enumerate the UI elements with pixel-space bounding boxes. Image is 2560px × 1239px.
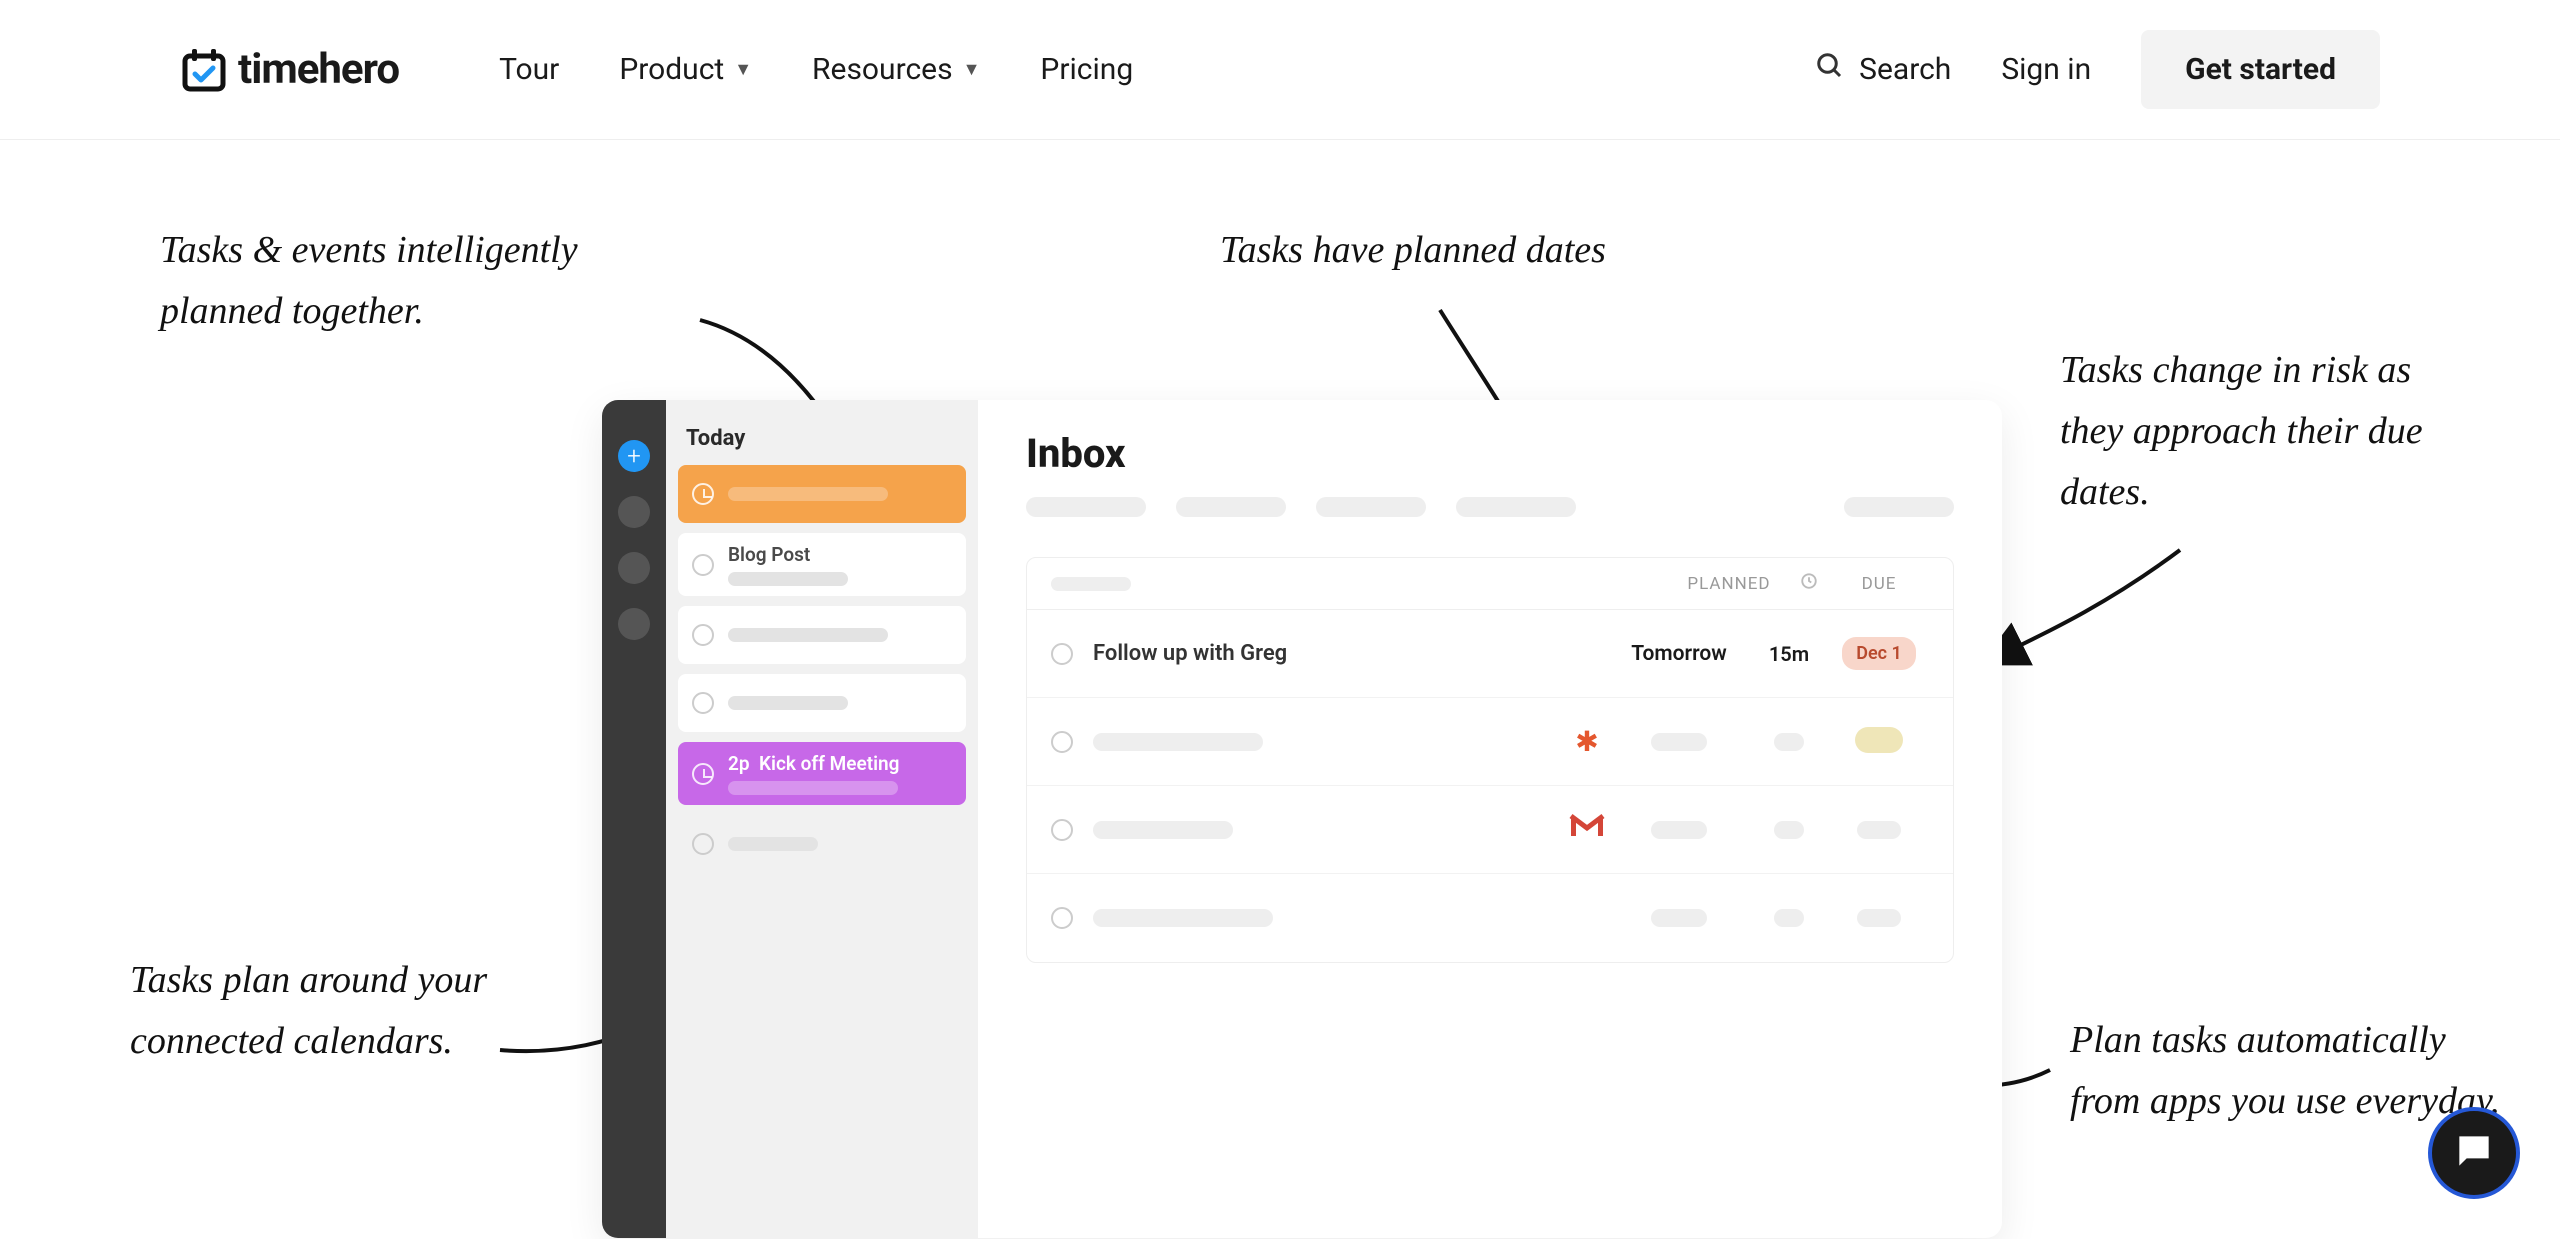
filter-pills [1026, 497, 1954, 517]
placeholder [728, 628, 888, 642]
chevron-down-icon: ▼ [963, 59, 981, 80]
task-checkbox[interactable] [1051, 907, 1073, 929]
placeholder [728, 696, 848, 710]
rail-item[interactable] [618, 552, 650, 584]
add-button[interactable]: + [618, 440, 650, 472]
filter-pill[interactable] [1456, 497, 1576, 517]
event-card[interactable] [678, 465, 966, 523]
app-preview: + Today Blog Post [602, 400, 2002, 1238]
event-title: 2p Kick off Meeting [728, 752, 952, 775]
task-checkbox[interactable] [1051, 731, 1073, 753]
due-value: Dec 1 [1829, 637, 1929, 670]
col-planned: PLANNED [1669, 574, 1789, 594]
get-started-button[interactable]: Get started [2141, 30, 2380, 109]
signin-link[interactable]: Sign in [2001, 52, 2091, 87]
table-row[interactable] [1027, 874, 1953, 962]
placeholder [1651, 733, 1707, 751]
search-icon [1815, 51, 1845, 89]
filter-pill[interactable] [1026, 497, 1146, 517]
chat-launcher[interactable] [2428, 1107, 2520, 1199]
task-checkbox[interactable] [1051, 643, 1073, 665]
placeholder [1093, 821, 1233, 839]
placeholder [1774, 821, 1804, 839]
nav-tour[interactable]: Tour [499, 52, 559, 87]
task-title: Follow up with Greg [1093, 641, 1287, 666]
inbox-table: PLANNED DUE Follow up with Greg Tomorrow… [1026, 557, 1954, 963]
col-due: DUE [1829, 574, 1929, 594]
task-checkbox[interactable] [692, 624, 714, 646]
event-card-kickoff[interactable]: 2p Kick off Meeting [678, 742, 966, 805]
placeholder [1857, 909, 1901, 927]
placeholder [1857, 821, 1901, 839]
placeholder [728, 487, 888, 501]
task-checkbox[interactable] [692, 554, 714, 576]
zapier-icon: ✱ [1565, 728, 1609, 756]
clock-icon [1789, 572, 1829, 595]
planned-value: Tomorrow [1609, 642, 1749, 666]
chevron-down-icon: ▼ [734, 59, 752, 80]
rail-item[interactable] [618, 496, 650, 528]
task-card[interactable] [678, 815, 966, 873]
hero-content: Tasks & events intelligently planned tog… [0, 140, 2560, 1239]
filter-pill[interactable] [1844, 497, 1954, 517]
duration-value: 15m [1749, 642, 1829, 666]
task-card[interactable] [678, 606, 966, 664]
task-checkbox[interactable] [692, 833, 714, 855]
filter-pill[interactable] [1176, 497, 1286, 517]
primary-nav: Tour Product▼ Resources▼ Pricing [499, 52, 1133, 87]
placeholder [1051, 577, 1131, 591]
filter-pill[interactable] [1316, 497, 1426, 517]
table-row[interactable]: ✱ [1027, 698, 1953, 786]
table-head: PLANNED DUE [1027, 558, 1953, 610]
search-button[interactable]: Search [1815, 51, 1951, 89]
placeholder [1774, 909, 1804, 927]
placeholder [728, 572, 848, 586]
annotation-integrations: Plan tasks automatically from apps you u… [2070, 1010, 2510, 1132]
clock-icon [692, 763, 714, 785]
task-card-blog-post[interactable]: Blog Post [678, 533, 966, 596]
header-actions: Search Sign in Get started [1815, 30, 2380, 109]
task-checkbox[interactable] [692, 692, 714, 714]
due-badge [1855, 727, 1903, 753]
inbox-title: Inbox [1026, 430, 1954, 477]
annotation-planned-dates: Tasks have planned dates [1220, 220, 1740, 281]
calendar-check-icon [180, 46, 228, 94]
site-header: timehero Tour Product▼ Resources▼ Pricin… [0, 0, 2560, 140]
nav-resources[interactable]: Resources▼ [812, 52, 980, 87]
table-row[interactable] [1027, 786, 1953, 874]
nav-pricing[interactable]: Pricing [1040, 52, 1133, 87]
annotation-planned-together: Tasks & events intelligently planned tog… [160, 220, 680, 342]
nav-product[interactable]: Product▼ [619, 52, 752, 87]
inbox-panel: Inbox PLANNED DUE Foll [978, 400, 2002, 1238]
logo[interactable]: timehero [180, 45, 399, 94]
sidebar-title: Today [678, 412, 966, 465]
placeholder [728, 837, 818, 851]
chat-icon [2452, 1129, 2496, 1177]
placeholder [1774, 733, 1804, 751]
nav-rail: + [602, 400, 666, 1238]
placeholder [1093, 733, 1263, 751]
rail-item[interactable] [618, 608, 650, 640]
placeholder [1651, 821, 1707, 839]
clock-icon [692, 483, 714, 505]
placeholder [728, 781, 898, 795]
table-row[interactable]: Follow up with Greg Tomorrow 15m Dec 1 [1027, 610, 1953, 698]
task-title: Blog Post [728, 543, 952, 566]
annotation-risk: Tasks change in risk as they approach th… [2060, 340, 2480, 522]
annotation-calendars: Tasks plan around your connected calenda… [130, 950, 560, 1072]
gmail-icon [1565, 812, 1609, 847]
placeholder [1651, 909, 1707, 927]
today-sidebar: Today Blog Post [666, 400, 978, 1238]
task-checkbox[interactable] [1051, 819, 1073, 841]
logo-text: timehero [238, 45, 399, 94]
task-card[interactable] [678, 674, 966, 732]
placeholder [1093, 909, 1273, 927]
